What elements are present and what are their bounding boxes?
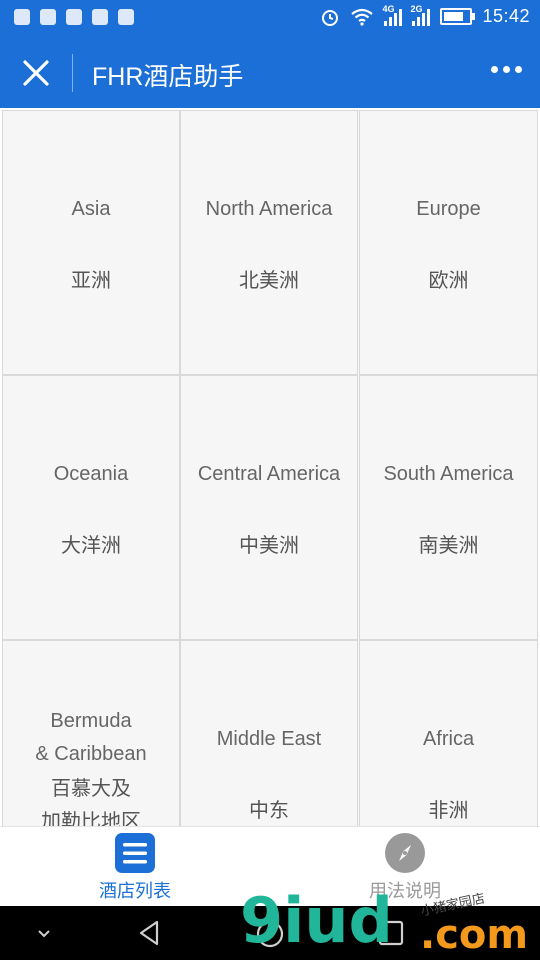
region-name-zh: 中东 [249, 800, 289, 822]
back-icon[interactable] [135, 918, 165, 948]
region-name-en: Middle East [216, 728, 322, 750]
region-name-en: South America [383, 463, 514, 485]
recent-apps-icon[interactable] [378, 920, 404, 946]
shield-icon-2 [40, 9, 56, 25]
notification-icons [14, 9, 134, 25]
signal-4g-icon: 4G [382, 4, 403, 26]
region-name-en: Asia [71, 198, 111, 220]
shield-icon [14, 9, 30, 25]
more-options-button[interactable] [491, 66, 522, 73]
system-nav-bar [0, 906, 540, 960]
region-cell-oceania[interactable]: Oceania 大洋洲 [2, 375, 180, 640]
clock: 15:42 [482, 6, 530, 26]
system-status: 4G 2G 15:42 [320, 4, 530, 27]
page-title: FHR酒店助手 [92, 63, 244, 91]
hide-keyboard-icon[interactable] [34, 924, 54, 944]
region-name-zh: 亚洲 [71, 270, 111, 292]
region-cell-north-america[interactable]: North America 北美洲 [180, 110, 358, 375]
more-dot-icon [503, 66, 510, 73]
wifi-icon [351, 8, 374, 26]
list-icon [115, 833, 155, 873]
title-divider [72, 54, 73, 92]
region-name-zh: 欧洲 [428, 270, 469, 292]
more-dot-icon [491, 66, 498, 73]
region-name-zh: 大洋洲 [61, 535, 121, 557]
compass-icon [385, 833, 425, 873]
region-name-zh: 中美洲 [239, 535, 299, 557]
status-bar: 4G 2G 15:42 [0, 0, 540, 38]
paw-icon [92, 9, 108, 25]
region-cell-asia[interactable]: Asia 亚洲 [2, 110, 180, 375]
region-name-en: Bermuda & Caribbean [35, 710, 147, 765]
network-2g-label: 2G [410, 3, 423, 14]
alarm-icon [322, 9, 339, 26]
close-icon [23, 60, 49, 86]
home-icon[interactable] [256, 920, 284, 948]
region-name-en: Oceania [53, 463, 129, 485]
region-cell-south-america[interactable]: South America 南美洲 [359, 375, 538, 640]
network-4g-label: 4G [382, 3, 395, 14]
more-dot-icon [515, 66, 522, 73]
region-cell-middle-east[interactable]: Middle East 中东 [180, 640, 358, 826]
region-name-zh: 北美洲 [239, 270, 299, 292]
region-grid: Asia 亚洲 North America 北美洲 Europe 欧洲 Ocea… [2, 110, 538, 826]
region-name-zh: 百慕大及 加勒比地区 [41, 778, 141, 826]
tab-usage-guide[interactable]: 用法说明 [270, 827, 540, 907]
tab-hotel-list[interactable]: 酒店列表 [0, 827, 270, 907]
close-button[interactable] [18, 55, 54, 91]
region-cell-bermuda-caribbean[interactable]: Bermuda & Caribbean 百慕大及 加勒比地区 [2, 640, 180, 826]
image-icon [66, 9, 82, 25]
paw-icon-2 [118, 9, 134, 25]
tab-bar: 酒店列表 用法说明 [0, 826, 540, 907]
region-cell-central-america[interactable]: Central America 中美洲 [180, 375, 358, 640]
region-name-zh: 非洲 [428, 800, 469, 822]
tab-label-usage-guide: 用法说明 [369, 881, 441, 901]
signal-2g-icon: 2G [410, 4, 431, 26]
title-bar: FHR酒店助手 [0, 38, 540, 108]
region-cell-europe[interactable]: Europe 欧洲 [359, 110, 538, 375]
region-cell-africa[interactable]: Africa 非洲 [359, 640, 538, 826]
battery-icon [440, 8, 476, 25]
region-name-en: Africa [422, 728, 475, 750]
region-name-en: Central America [197, 463, 341, 485]
region-name-en: North America [205, 198, 333, 220]
region-name-en: Europe [416, 198, 481, 220]
tab-label-hotel-list: 酒店列表 [99, 881, 171, 901]
region-name-zh: 南美洲 [418, 535, 479, 557]
